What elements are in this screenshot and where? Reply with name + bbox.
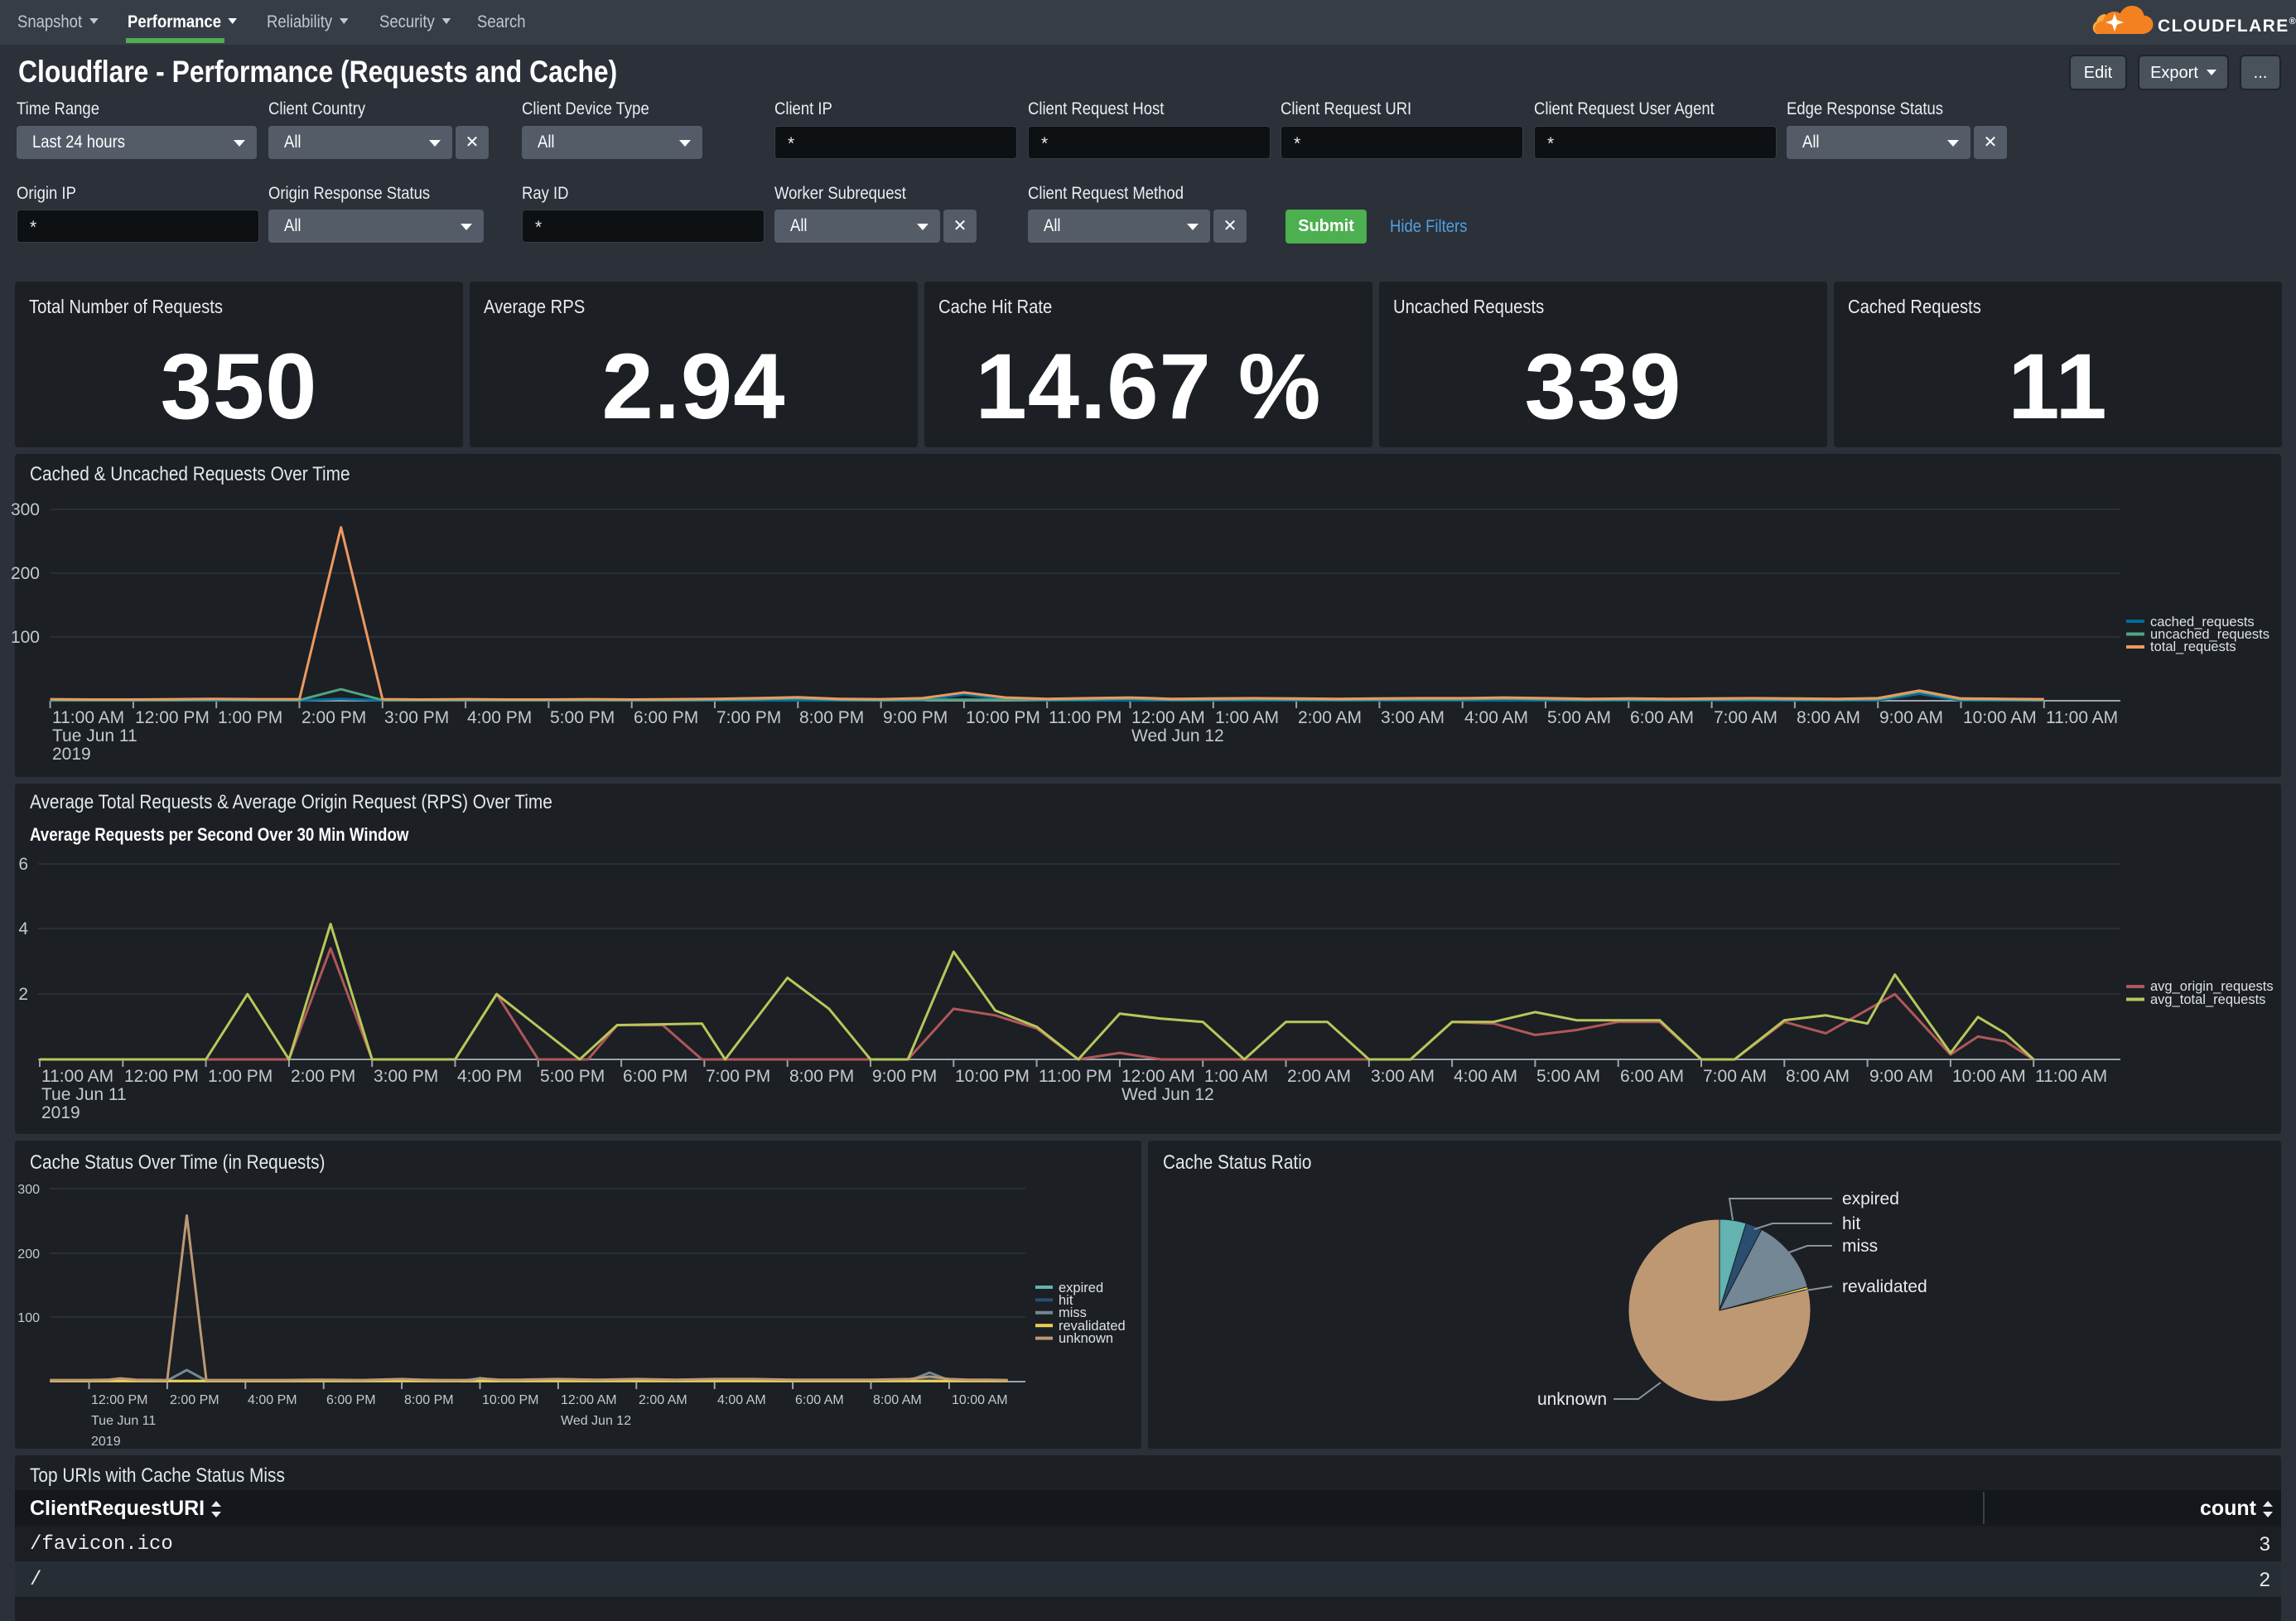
svg-text:1:00 PM: 1:00 PM [218,708,282,727]
svg-text:2:00 AM: 2:00 AM [639,1393,687,1407]
svg-text:7:00 AM: 7:00 AM [1703,1067,1767,1086]
svg-text:10:00 AM: 10:00 AM [952,1393,1008,1407]
svg-text:1:00 AM: 1:00 AM [1204,1067,1268,1086]
svg-text:6:00 PM: 6:00 PM [326,1393,376,1407]
svg-text:12:00 PM: 12:00 PM [124,1067,199,1086]
svg-text:11:00 PM: 11:00 PM [1039,1067,1112,1086]
svg-text:10:00 AM: 10:00 AM [1952,1067,2026,1086]
svg-text:10:00 AM: 10:00 AM [1963,708,2037,727]
svg-text:8:00 AM: 8:00 AM [1786,1067,1850,1086]
svg-text:8:00 PM: 8:00 PM [799,708,864,727]
svg-text:3:00 AM: 3:00 AM [1371,1067,1435,1086]
svg-text:6:00 AM: 6:00 AM [1620,1067,1684,1086]
svg-text:6:00 AM: 6:00 AM [1630,708,1694,727]
svg-text:2:00 PM: 2:00 PM [170,1393,219,1407]
svg-text:11:00 PM: 11:00 PM [1049,708,1121,727]
svg-text:Wed Jun 12: Wed Jun 12 [1131,726,1224,745]
svg-text:2:00 AM: 2:00 AM [1287,1067,1351,1086]
svg-text:total_requests: total_requests [2150,639,2236,654]
svg-text:7:00 AM: 7:00 AM [1714,708,1777,727]
svg-text:300: 300 [17,1183,40,1197]
svg-text:4:00 PM: 4:00 PM [457,1067,522,1086]
svg-text:2: 2 [18,985,28,1004]
svg-text:10:00 PM: 10:00 PM [966,708,1040,727]
svg-text:7:00 PM: 7:00 PM [706,1067,770,1086]
svg-text:unknown: unknown [1537,1390,1607,1409]
svg-text:200: 200 [11,564,40,583]
svg-text:2:00 PM: 2:00 PM [291,1067,355,1086]
svg-text:8:00 AM: 8:00 AM [1797,708,1860,727]
svg-text:Wed Jun 12: Wed Jun 12 [561,1414,631,1428]
svg-text:12:00 AM: 12:00 AM [1121,1067,1195,1086]
svg-text:5:00 PM: 5:00 PM [550,708,615,727]
svg-text:2019: 2019 [91,1435,121,1449]
svg-text:9:00 AM: 9:00 AM [1869,1067,1933,1086]
svg-text:11:00 AM: 11:00 AM [2046,708,2118,727]
svg-text:4: 4 [18,919,28,938]
svg-text:Tue Jun 11: Tue Jun 11 [52,726,137,745]
svg-text:3:00 PM: 3:00 PM [374,1067,438,1086]
svg-text:2:00 AM: 2:00 AM [1298,708,1362,727]
svg-text:miss: miss [1842,1237,1878,1256]
svg-text:9:00 AM: 9:00 AM [1879,708,1943,727]
svg-text:5:00 AM: 5:00 AM [1536,1067,1600,1086]
svg-text:6: 6 [18,855,28,874]
svg-text:7:00 PM: 7:00 PM [716,708,781,727]
svg-text:9:00 PM: 9:00 PM [883,708,948,727]
svg-text:Tue Jun 11: Tue Jun 11 [41,1085,127,1104]
svg-text:12:00 PM: 12:00 PM [135,708,210,727]
svg-text:4:00 PM: 4:00 PM [467,708,532,727]
svg-text:unknown: unknown [1059,1331,1113,1346]
svg-text:10:00 PM: 10:00 PM [482,1393,538,1407]
svg-text:300: 300 [11,500,40,519]
svg-text:11:00 AM: 11:00 AM [41,1067,113,1086]
svg-text:12:00 AM: 12:00 AM [1131,708,1205,727]
svg-text:hit: hit [1842,1214,1860,1233]
svg-text:11:00 AM: 11:00 AM [2035,1067,2107,1086]
svg-text:6:00 PM: 6:00 PM [634,708,698,727]
svg-text:revalidated: revalidated [1842,1277,1927,1296]
svg-text:10:00 PM: 10:00 PM [955,1067,1030,1086]
svg-text:8:00 PM: 8:00 PM [789,1067,854,1086]
svg-text:100: 100 [11,628,40,647]
svg-text:4:00 AM: 4:00 AM [717,1393,766,1407]
svg-text:2019: 2019 [41,1103,80,1122]
svg-text:1:00 PM: 1:00 PM [208,1067,273,1086]
svg-text:avg_total_requests: avg_total_requests [2150,992,2265,1007]
svg-text:3:00 PM: 3:00 PM [384,708,449,727]
svg-text:9:00 PM: 9:00 PM [872,1067,937,1086]
svg-text:8:00 PM: 8:00 PM [404,1393,454,1407]
svg-text:Wed Jun 12: Wed Jun 12 [1121,1085,1214,1104]
svg-text:2019: 2019 [52,745,91,764]
svg-text:6:00 AM: 6:00 AM [795,1393,844,1407]
svg-text:4:00 PM: 4:00 PM [248,1393,297,1407]
svg-text:4:00 AM: 4:00 AM [1464,708,1528,727]
svg-text:12:00 PM: 12:00 PM [91,1393,147,1407]
svg-text:5:00 PM: 5:00 PM [540,1067,605,1086]
svg-text:4:00 AM: 4:00 AM [1454,1067,1517,1086]
svg-text:Tue Jun 11: Tue Jun 11 [91,1414,156,1428]
svg-text:100: 100 [17,1311,40,1325]
svg-text:12:00 AM: 12:00 AM [561,1393,617,1407]
svg-text:2:00 PM: 2:00 PM [301,708,366,727]
svg-text:8:00 AM: 8:00 AM [873,1393,922,1407]
svg-text:6:00 PM: 6:00 PM [623,1067,687,1086]
svg-text:200: 200 [17,1247,40,1262]
svg-text:1:00 AM: 1:00 AM [1215,708,1279,727]
svg-text:5:00 AM: 5:00 AM [1547,708,1611,727]
svg-text:11:00 AM: 11:00 AM [52,708,124,727]
svg-text:expired: expired [1842,1189,1899,1209]
svg-text:3:00 AM: 3:00 AM [1381,708,1445,727]
